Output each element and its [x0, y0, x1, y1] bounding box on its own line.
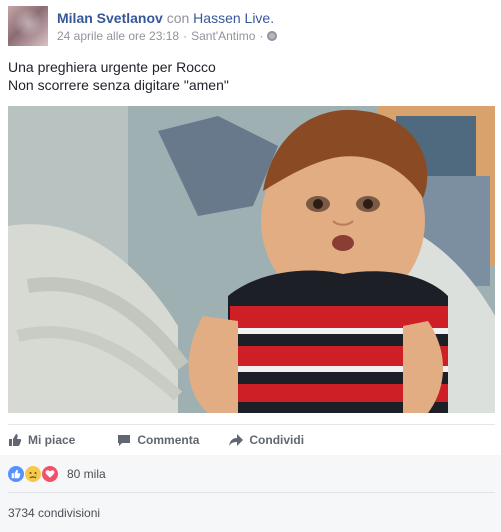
- comment-icon: [117, 433, 131, 447]
- globe-icon[interactable]: [267, 31, 278, 41]
- post-location[interactable]: Sant'Antimo: [191, 29, 255, 43]
- share-button[interactable]: Condividi: [229, 433, 304, 447]
- share-arrow-icon: [229, 433, 244, 447]
- tagged-page[interactable]: Hassen Live.: [193, 10, 274, 26]
- reactions-divider: [8, 492, 495, 493]
- share-count[interactable]: 3734 condivisioni: [8, 506, 100, 520]
- like-reaction-icon: [8, 466, 24, 482]
- reactions-summary[interactable]: 80 mila: [8, 466, 106, 482]
- facebook-post: Milan Svetlanov con Hassen Live. 24 apri…: [0, 0, 501, 532]
- meta-separator-2: ·: [259, 29, 264, 43]
- meta-separator: ·: [183, 29, 188, 43]
- post-header: Milan Svetlanov con Hassen Live.: [57, 9, 274, 27]
- thumbs-up-icon: [8, 433, 22, 447]
- like-label: Mi piace: [28, 433, 76, 447]
- post-actions: Mi piace Commenta Condividi: [8, 426, 495, 454]
- like-button[interactable]: Mi piace: [8, 433, 75, 447]
- post-meta: 24 aprile alle ore 23:18 · Sant'Antimo ·: [57, 29, 278, 43]
- author-name[interactable]: Milan Svetlanov: [57, 10, 163, 26]
- love-reaction-icon: [42, 466, 58, 482]
- post-text-line-2: Non scorrere senza digitare "amen": [8, 77, 229, 93]
- actions-divider: [8, 424, 495, 425]
- post-text-line-1: Una preghiera urgente per Rocco: [8, 59, 216, 75]
- reaction-count[interactable]: 80 mila: [67, 467, 106, 481]
- with-text: con: [166, 10, 190, 26]
- comment-button[interactable]: Commenta: [117, 433, 199, 447]
- post-photo[interactable]: [8, 106, 495, 413]
- author-avatar[interactable]: [8, 6, 48, 46]
- share-label: Condividi: [249, 433, 305, 447]
- sad-reaction-icon: [25, 466, 41, 482]
- comment-label: Commenta: [137, 433, 200, 447]
- post-timestamp[interactable]: 24 aprile alle ore 23:18: [57, 29, 179, 43]
- post-text: Una preghiera urgente per Rocco Non scor…: [8, 58, 229, 94]
